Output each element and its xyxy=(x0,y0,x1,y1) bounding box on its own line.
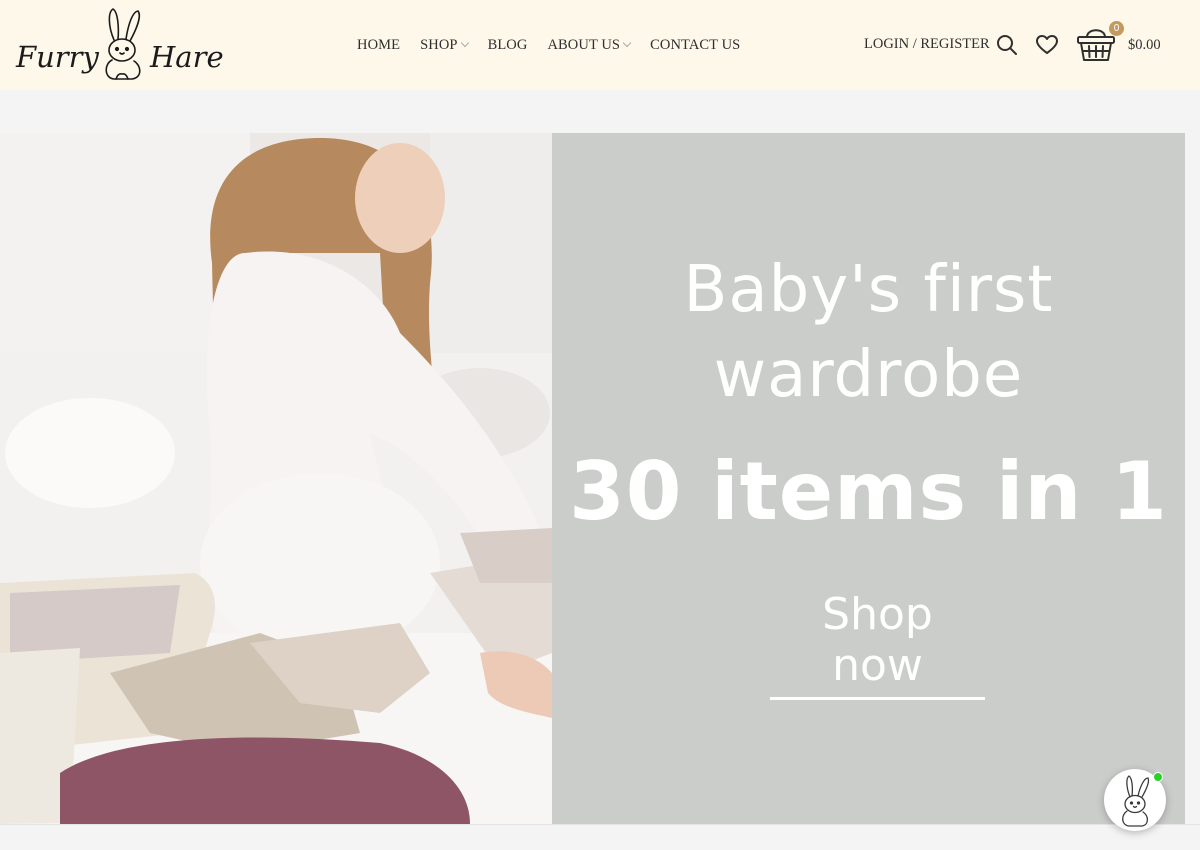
hero-subheading: 30 items in 1 xyxy=(569,445,1168,538)
logo-text-furry: Furry xyxy=(16,40,99,74)
nav-about-us[interactable]: ABOUT US xyxy=(547,36,632,54)
search-icon[interactable] xyxy=(995,33,1019,57)
hero-heading-line1: Baby's first xyxy=(683,253,1054,327)
cart-total[interactable]: $0.00 xyxy=(1128,37,1161,54)
bunny-logo-icon xyxy=(105,8,141,80)
logo-text-hare: Hare xyxy=(150,40,224,74)
main-nav: HOME SHOP BLOG ABOUT US CONTACT US xyxy=(357,36,760,54)
chevron-down-icon xyxy=(460,38,469,48)
hero-heading-line2: wardrobe xyxy=(713,338,1024,412)
bottom-strip xyxy=(0,824,1200,850)
hero-banner: Baby's first wardrobe 30 items in 1 Shop… xyxy=(0,133,1185,824)
chevron-down-icon xyxy=(622,38,632,48)
heart-icon[interactable] xyxy=(1035,33,1059,57)
nav-shop-label: SHOP xyxy=(420,36,458,53)
nav-blog[interactable]: BLOG xyxy=(488,37,528,54)
nav-blog-label: BLOG xyxy=(487,36,528,53)
shop-now-button[interactable]: Shop now xyxy=(770,589,985,700)
nav-contact-us[interactable]: CONTACT US xyxy=(650,37,740,54)
hero-text-panel: Baby's first wardrobe 30 items in 1 Shop… xyxy=(552,133,1185,824)
cart-count-badge: 0 xyxy=(1109,21,1124,36)
online-status-dot xyxy=(1153,772,1163,782)
login-register-link[interactable]: LOGIN / REGISTER xyxy=(864,36,990,53)
nav-shop[interactable]: SHOP xyxy=(420,36,469,54)
hero-photo-illustration xyxy=(0,133,552,824)
logo[interactable]: Furry Hare xyxy=(14,6,224,84)
nav-home-label: HOME xyxy=(357,36,401,53)
site-header: Furry Hare HOME SHOP BLOG ABOUT US CONTA… xyxy=(0,0,1200,90)
hero-image xyxy=(0,133,552,824)
nav-home[interactable]: HOME xyxy=(357,37,400,54)
nav-about-label: ABOUT US xyxy=(547,36,621,53)
nav-contact-label: CONTACT US xyxy=(650,36,741,53)
